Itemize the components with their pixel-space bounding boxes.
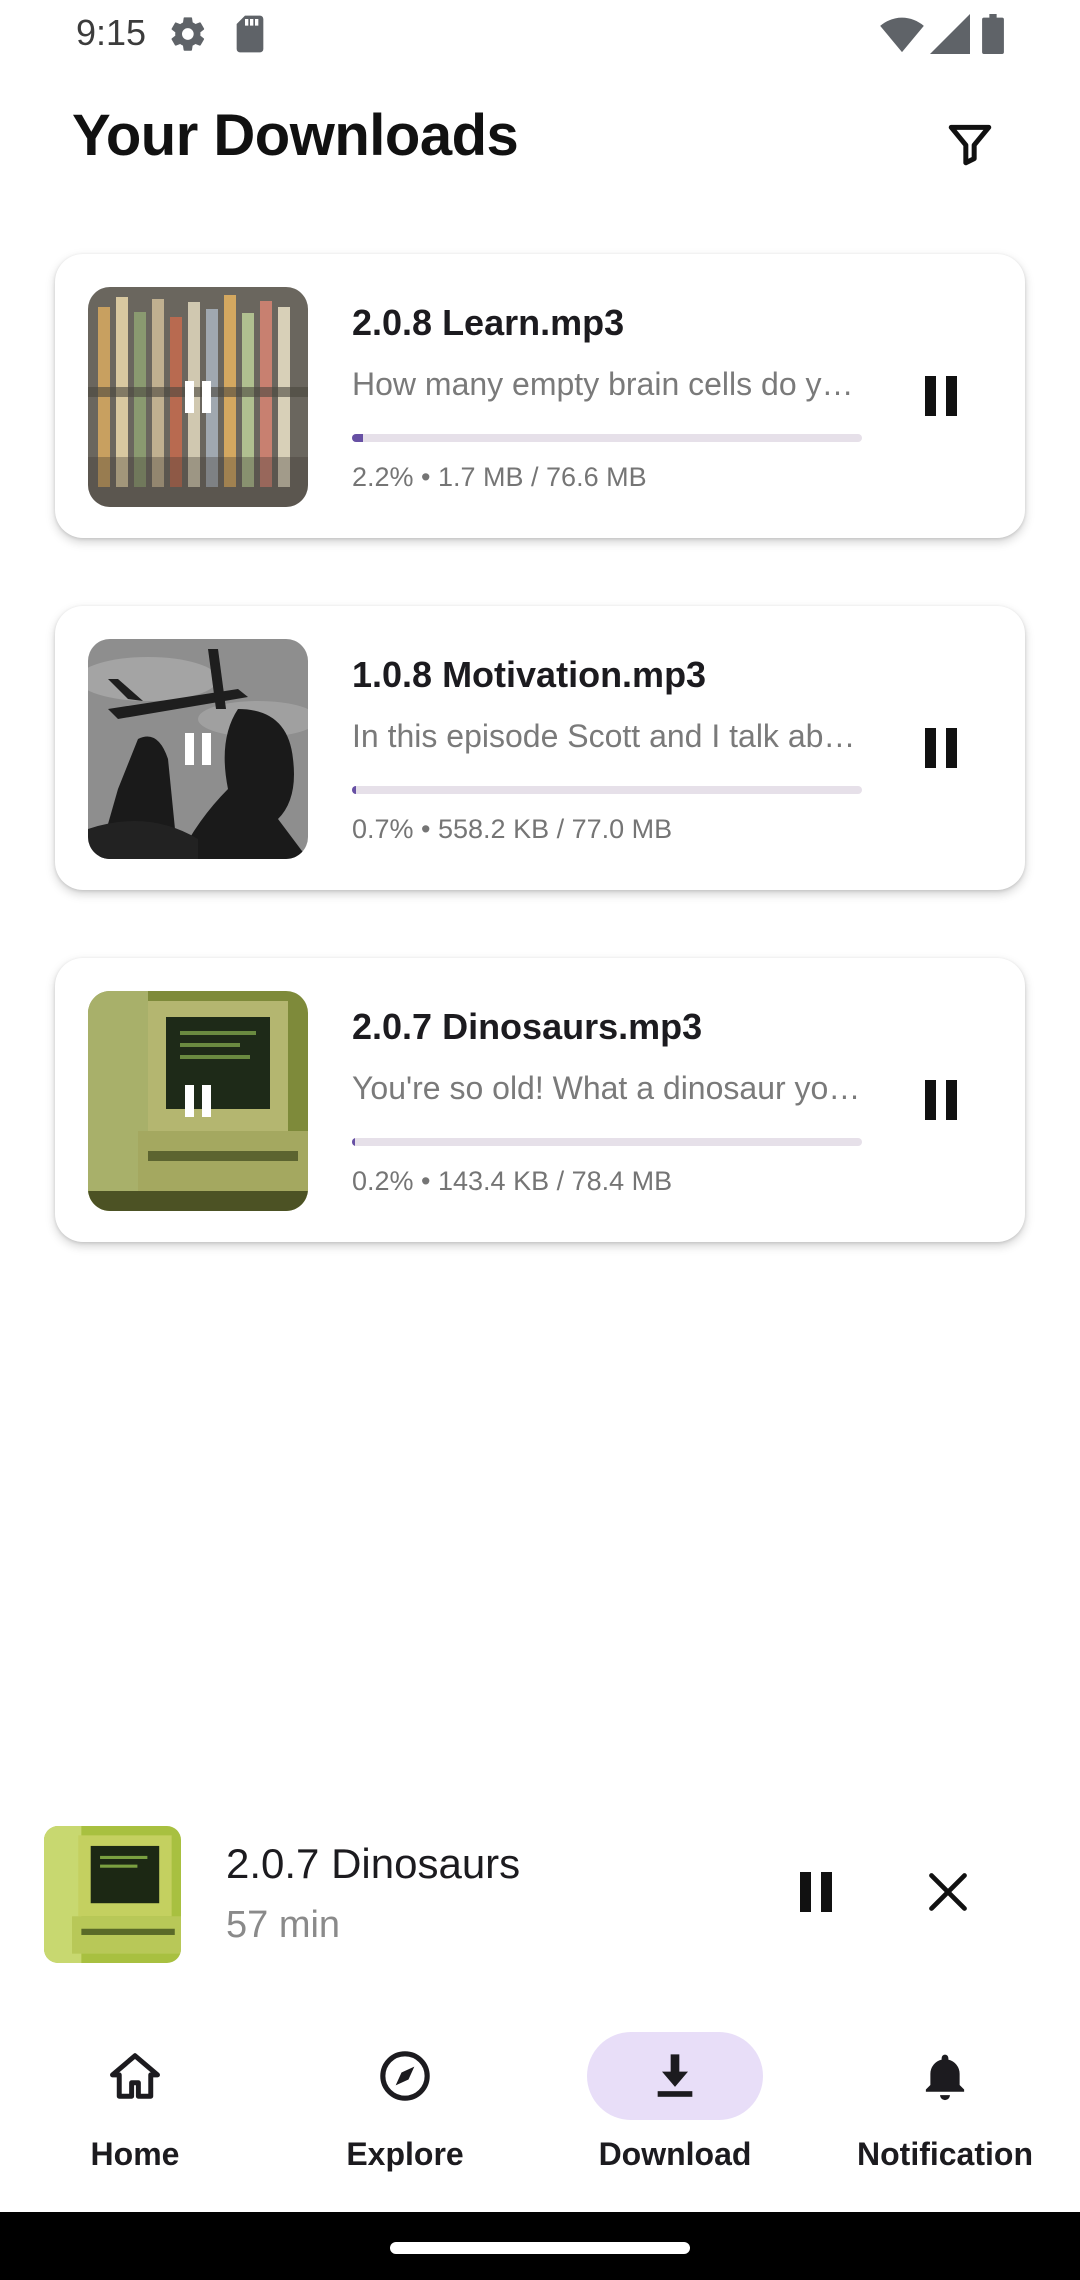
download-meta: 0.2% • 143.4 KB / 78.4 MB <box>352 1166 673 1196</box>
mini-player-close-button[interactable] <box>908 1852 988 1932</box>
home-gesture-handle[interactable] <box>390 2242 690 2254</box>
pause-icon <box>925 376 957 416</box>
download-card[interactable]: 1.0.8 Motivation.mp3 In this episode Sco… <box>55 606 1025 890</box>
mini-player-title: 2.0.7 Dinosaurs <box>226 1840 521 1887</box>
pause-icon <box>925 728 957 768</box>
download-meta: 0.7% • 558.2 KB / 77.0 MB <box>352 814 673 844</box>
nav-label: Home <box>90 2136 180 2172</box>
pause-overlay-icon <box>185 1085 211 1117</box>
download-progress-bar <box>352 786 862 794</box>
nav-item-download[interactable]: Download <box>540 1990 810 2212</box>
download-title: 1.0.8 Motivation.mp3 <box>352 654 707 695</box>
pause-overlay-icon <box>185 733 211 765</box>
home-icon <box>110 2053 160 2099</box>
nav-item-explore[interactable]: Explore <box>270 1990 540 2212</box>
page-title: Your Downloads <box>72 103 519 168</box>
nav-indicator <box>317 2032 493 2120</box>
mini-player-duration: 57 min <box>226 1904 341 1946</box>
compass-icon <box>380 2051 430 2101</box>
download-title: 2.0.8 Learn.mp3 <box>352 302 625 343</box>
filter-button[interactable] <box>934 108 1006 180</box>
download-progress-bar <box>352 1138 862 1146</box>
close-icon <box>929 1873 967 1911</box>
settings-icon <box>168 14 208 59</box>
bell-icon <box>925 2054 965 2101</box>
nav-indicator <box>857 2032 1033 2120</box>
download-description: In this episode Scott and I talk about m… <box>352 718 862 754</box>
nav-indicator <box>47 2032 223 2120</box>
nav-label: Download <box>598 2136 752 2172</box>
mini-player-thumbnail <box>44 1826 181 1963</box>
bottom-navigation: Home Explore Download Notification <box>0 1990 1080 2212</box>
thumbnail-image <box>44 1826 181 1963</box>
system-gesture-bar <box>0 2212 1080 2280</box>
filter-icon <box>948 124 992 166</box>
mini-player-pause-button[interactable] <box>776 1852 856 1932</box>
download-title: 2.0.7 Dinosaurs.mp3 <box>352 1006 703 1047</box>
download-progress-fill <box>352 434 364 442</box>
battery-icon <box>982 14 1004 59</box>
pause-download-button[interactable] <box>905 360 977 432</box>
episode-thumbnail[interactable] <box>88 639 308 859</box>
nav-label: Explore <box>346 2136 464 2172</box>
nav-indicator-active <box>587 2032 763 2120</box>
episode-thumbnail[interactable] <box>88 287 308 507</box>
status-bar: 9:15 <box>0 0 1080 70</box>
pause-overlay-icon <box>185 381 211 413</box>
download-progress-fill <box>352 786 356 794</box>
status-time: 9:15 <box>76 12 147 53</box>
nav-item-home[interactable]: Home <box>0 1990 270 2212</box>
pause-download-button[interactable] <box>905 1064 977 1136</box>
nav-label: Notification <box>857 2136 1033 2172</box>
pause-download-button[interactable] <box>905 712 977 784</box>
episode-thumbnail[interactable] <box>88 991 308 1211</box>
download-progress-fill <box>352 1138 355 1146</box>
download-card[interactable]: 2.0.8 Learn.mp3 How many empty brain cel… <box>55 254 1025 538</box>
download-description: You're so old! What a dinosaur you are <box>352 1070 862 1106</box>
sd-card-icon <box>232 14 268 59</box>
mini-player[interactable]: 2.0.7 Dinosaurs 57 min <box>0 1810 1080 1980</box>
signal-icon <box>930 14 970 59</box>
download-card[interactable]: 2.0.7 Dinosaurs.mp3 You're so old! What … <box>55 958 1025 1242</box>
wifi-icon <box>880 14 924 59</box>
download-icon <box>657 2054 693 2097</box>
download-description: How many empty brain cells do you have l… <box>352 366 862 402</box>
download-meta: 2.2% • 1.7 MB / 76.6 MB <box>352 462 647 492</box>
download-progress-bar <box>352 434 862 442</box>
pause-icon <box>925 1080 957 1120</box>
nav-item-notification[interactable]: Notification <box>810 1990 1080 2212</box>
pause-icon <box>800 1872 832 1912</box>
